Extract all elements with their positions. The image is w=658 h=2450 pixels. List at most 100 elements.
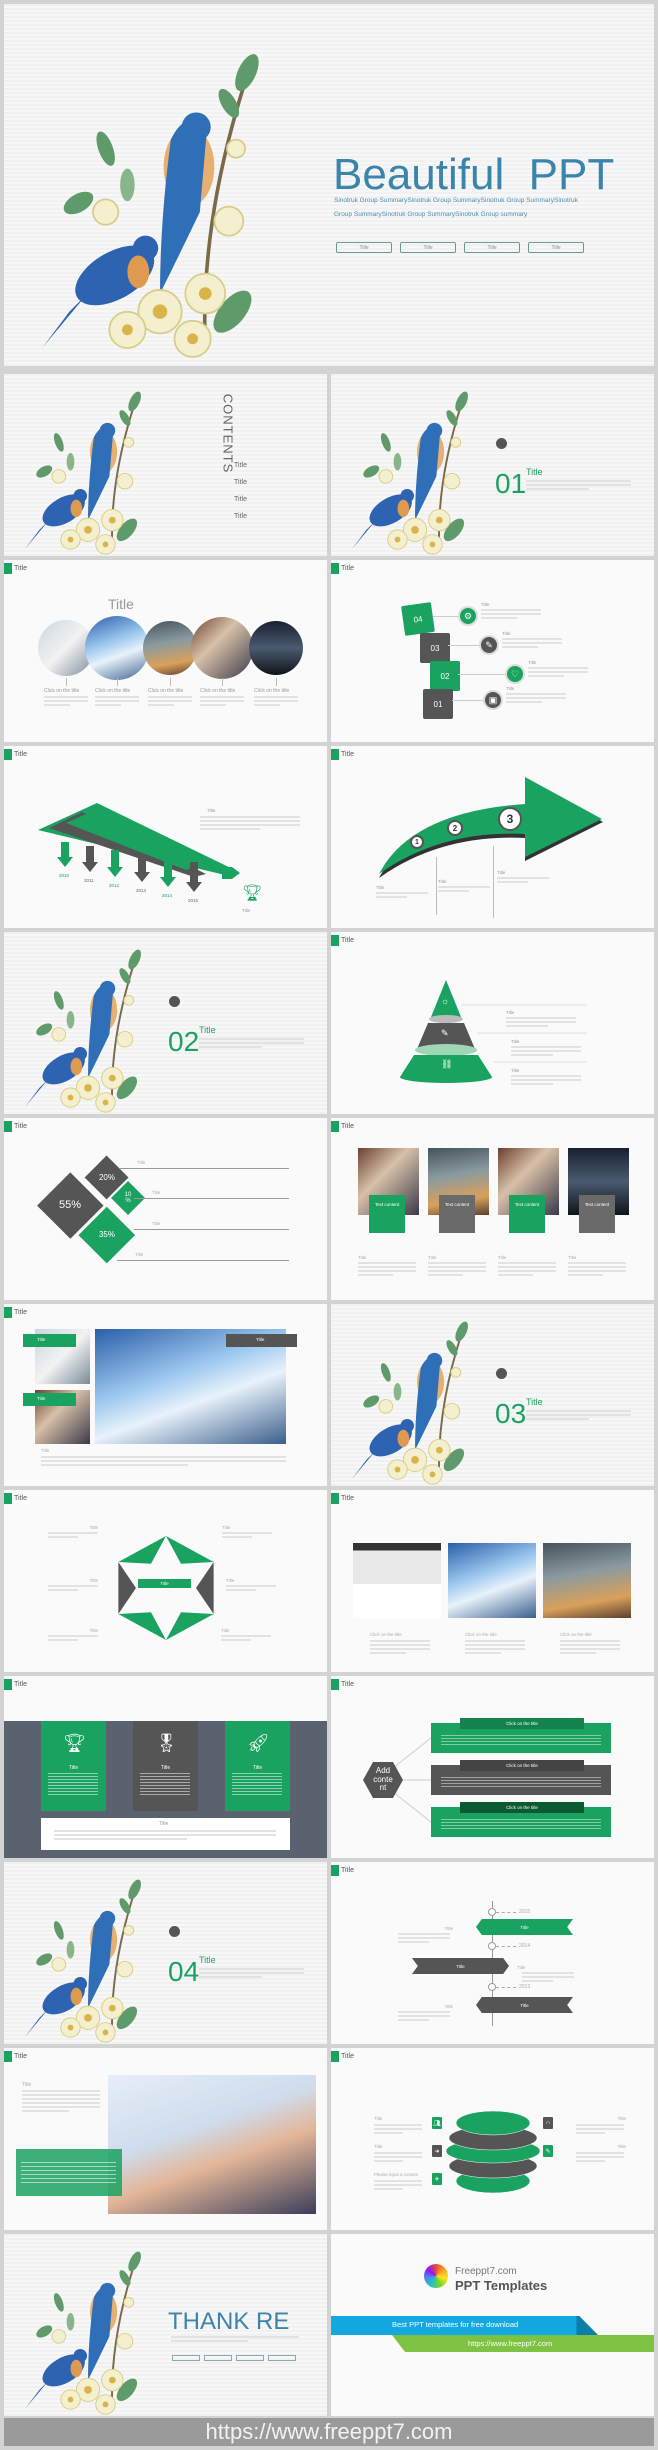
brand-url[interactable]: https://www.freeppt7.com bbox=[468, 2339, 552, 2348]
text-content-label: Text content bbox=[374, 1201, 400, 1207]
step-number: 01 bbox=[433, 699, 443, 709]
pyramid-title: Title bbox=[511, 1039, 520, 1044]
star-title: Title bbox=[89, 1628, 98, 1633]
cover-title-button[interactable]: Title bbox=[336, 242, 392, 253]
section-04-slide[interactable]: 04 Title bbox=[4, 1862, 327, 2044]
placeholder-text-line bbox=[576, 2132, 605, 2134]
thanks-title: THANK RE bbox=[168, 2308, 290, 2335]
box-title[interactable]: Click on the title bbox=[506, 1721, 538, 1726]
photo3-slide[interactable]: Title Click on the title Click on the titl… bbox=[331, 1490, 654, 1672]
slide-header-title: Title bbox=[14, 2053, 27, 2060]
placeholder-text-line bbox=[41, 1460, 286, 1462]
brand-tagline: Best PPT templates for free download bbox=[392, 2320, 519, 2329]
branch-slide[interactable]: Title Add conte nt Click on the title Click… bbox=[331, 1676, 654, 1858]
placeholder-text-line bbox=[511, 1054, 553, 1056]
step-box: 01 bbox=[423, 689, 453, 719]
placeholder-text-line bbox=[48, 1635, 98, 1637]
pyramid-title: Title bbox=[506, 1010, 515, 1015]
placeholder-text-line bbox=[441, 1819, 601, 1829]
placeholder-text-line bbox=[526, 1418, 589, 1420]
bird-illustration bbox=[350, 388, 472, 556]
placeholder-text-line bbox=[22, 2090, 100, 2092]
box-title[interactable]: Click on the title bbox=[506, 1763, 538, 1768]
placeholder-text-line bbox=[22, 2098, 100, 2100]
placeholder-text-line bbox=[398, 1941, 430, 1943]
footer-url[interactable]: https://www.freeppt7.com bbox=[206, 2419, 453, 2445]
placeholder-text-line bbox=[48, 1773, 98, 1795]
divider bbox=[134, 1229, 289, 1230]
year-label: 2014 bbox=[162, 893, 173, 898]
section-01-slide[interactable]: 01 Title bbox=[331, 374, 654, 556]
diamond-slide[interactable]: Title 55% 20% 10 % 35% Title Title Title Title bbox=[4, 1118, 327, 1300]
cover-slide[interactable]: Beautiful PPT Sinotruk Group SummarySino… bbox=[4, 4, 654, 366]
circle-label: Click on the title bbox=[148, 688, 184, 694]
placeholder-text-line bbox=[560, 1640, 620, 1642]
contents-item: Title bbox=[234, 496, 247, 503]
placeholder-text-line bbox=[54, 1838, 188, 1840]
box-tab: Click on the title bbox=[460, 1718, 584, 1729]
handshake-slide[interactable]: Title Title bbox=[4, 2048, 327, 2230]
title-button[interactable] bbox=[172, 2355, 200, 2361]
cover-title-button[interactable]: Title bbox=[400, 242, 456, 253]
section-02-slide[interactable]: 02 Title bbox=[4, 932, 327, 1114]
columns-slide[interactable]: Title 🏆︎ Title 🎖︎ Title 🚀︎ Title Title bbox=[4, 1676, 327, 1858]
placeholder-text-line bbox=[441, 1777, 601, 1787]
star-slide[interactable]: Title Title Title Title Title Title Title Title bbox=[4, 1490, 327, 1672]
pyramid-slide[interactable]: Title ☼ ✎ ⛓ Title Title Title bbox=[331, 932, 654, 1114]
photo4-slide[interactable]: Title Text content Title Text content Title T… bbox=[331, 1118, 654, 1300]
year-label: 2014 bbox=[519, 1943, 531, 1949]
year-label: 2010 bbox=[59, 873, 70, 878]
placeholder-text-line bbox=[506, 1025, 548, 1027]
circles-slide[interactable]: Title Title Click on the title Click on the… bbox=[4, 560, 327, 742]
placeholder-text-line bbox=[148, 696, 192, 698]
circle-label: Click on the title bbox=[200, 688, 236, 694]
placeholder-text-line bbox=[199, 1972, 304, 1974]
timeline-node bbox=[488, 1908, 496, 1916]
sun-icon: ☼ bbox=[441, 996, 450, 1006]
contents-item: Title bbox=[234, 479, 247, 486]
placeholder-text-line bbox=[44, 704, 71, 706]
placeholder-text-line bbox=[95, 704, 122, 706]
steps-slide[interactable]: Title 04 03 02 01 ⚙ Title ✎ Title ♡ Title ▣ Title bbox=[331, 560, 654, 742]
placeholder-text-line bbox=[200, 700, 244, 702]
title-button[interactable] bbox=[204, 2355, 232, 2361]
center-label: Add conte nt bbox=[373, 1766, 393, 1793]
caption-title: Title bbox=[41, 1448, 50, 1453]
placeholder-text-line bbox=[398, 2011, 450, 2013]
placeholder-text-line bbox=[568, 1262, 626, 1264]
photo-tab: Title bbox=[23, 1393, 76, 1406]
thanks-slide[interactable]: THANK RE bbox=[4, 2234, 327, 2416]
box-title[interactable]: Click on the title bbox=[506, 1805, 538, 1810]
brand-slide[interactable]: Freeppt7.com PPT Templates Best PPT templa… bbox=[331, 2234, 654, 2416]
pointer-line bbox=[276, 678, 277, 686]
section-number: 03 bbox=[495, 1398, 527, 1429]
placeholder-text-line bbox=[254, 696, 298, 698]
timeline-slide[interactable]: Title 2015 2014 2013 Title Title Title Title Tit… bbox=[331, 1862, 654, 2044]
year-label: 2015 bbox=[519, 1909, 531, 1915]
section-dot bbox=[496, 1368, 507, 1379]
photo-tab: Title bbox=[226, 1334, 297, 1347]
step-circle: 3 bbox=[498, 807, 522, 831]
title-button[interactable] bbox=[236, 2355, 264, 2361]
layer-icon: 👥︎ bbox=[432, 2117, 442, 2129]
layer-icon: ✈ bbox=[432, 2173, 442, 2185]
down-arrow bbox=[82, 846, 98, 872]
placeholder-text-line bbox=[465, 1652, 501, 1654]
step-number: 03 bbox=[430, 643, 440, 653]
title-button[interactable] bbox=[268, 2355, 296, 2361]
cover-title-button[interactable]: Title bbox=[528, 242, 584, 253]
contents-slide[interactable]: CONTENTS Title Title Title Title bbox=[4, 374, 327, 556]
gallery-slide[interactable]: Title Title Title Title Title bbox=[4, 1304, 327, 1486]
bird-illustration bbox=[23, 388, 145, 556]
section-03-slide[interactable]: 03 Title bbox=[331, 1304, 654, 1486]
star-title: Title bbox=[226, 1578, 235, 1583]
cover-title-button[interactable]: Title bbox=[464, 242, 520, 253]
placeholder-text-line bbox=[200, 704, 227, 706]
placeholder-text-line bbox=[438, 890, 470, 892]
header-accent bbox=[331, 563, 339, 574]
placeholder-text-line bbox=[374, 2124, 422, 2126]
layers-slide[interactable]: Title 👥︎ Title ➜ Title ✈ Please input a custom… bbox=[331, 2048, 654, 2230]
curved-arrow-slide[interactable]: Title 1 2 3 Title Title Title bbox=[331, 746, 654, 928]
placeholder-text-line bbox=[41, 1456, 286, 1458]
stairs-slide[interactable]: Title 2010 2011 2012 2013 2014 2015 🏆︎ Title Tit… bbox=[4, 746, 327, 928]
